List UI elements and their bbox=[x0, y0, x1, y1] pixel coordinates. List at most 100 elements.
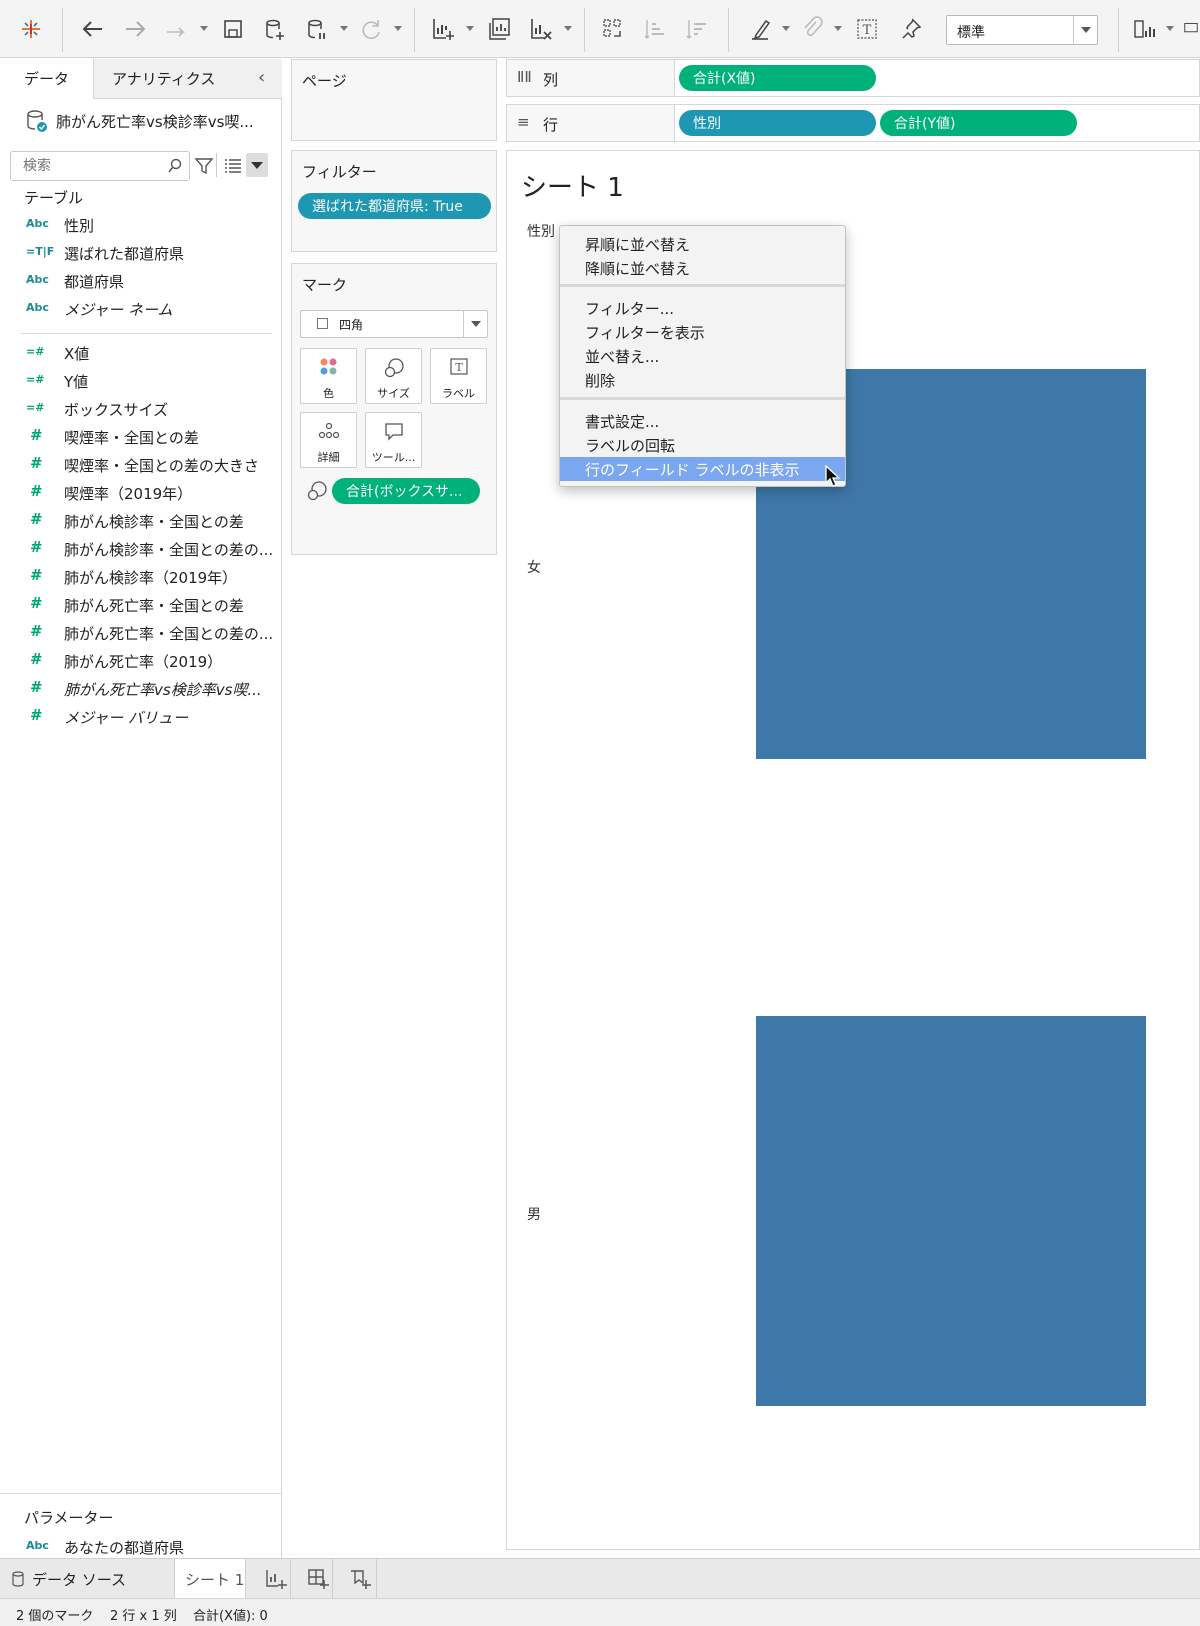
menu-item-sort-ascending[interactable]: 昇順に並べ替え bbox=[560, 232, 845, 256]
row-label-female[interactable]: 女 bbox=[527, 557, 541, 577]
search-input[interactable] bbox=[23, 153, 163, 179]
show-me-icon[interactable] bbox=[1130, 14, 1160, 44]
field-item[interactable]: # 肺がん検診率・全国との差 bbox=[24, 509, 274, 535]
pin-icon[interactable] bbox=[896, 14, 926, 44]
swap-rows-columns-icon[interactable] bbox=[598, 14, 628, 44]
field-item[interactable]: Abc 都道府県 bbox=[24, 269, 274, 295]
field-item[interactable]: # 喫煙率・全国との差の大きさ bbox=[24, 453, 274, 479]
mark-type-select[interactable]: 四角 bbox=[300, 310, 488, 338]
group-dropdown-icon[interactable] bbox=[834, 26, 842, 31]
color-button[interactable]: 色 bbox=[300, 348, 357, 404]
tab-analytics[interactable]: アナリティクス bbox=[94, 59, 282, 99]
sort-ascending-icon[interactable] bbox=[640, 14, 670, 44]
status-bar: 2 個のマーク 2 行 x 1 列 合計(X値): 0 bbox=[0, 1598, 1200, 1626]
forward-arrow-icon[interactable] bbox=[120, 14, 150, 44]
new-datasource-icon[interactable] bbox=[260, 14, 290, 44]
refresh-dropdown-icon[interactable] bbox=[394, 26, 402, 31]
menu-item-sort[interactable]: 並べ替え... bbox=[560, 344, 845, 368]
tab-datasource[interactable]: データ ソース bbox=[0, 1559, 172, 1599]
rows-shelf[interactable]: ≡ 行 性別 合計(Y値) bbox=[506, 104, 1200, 142]
size-button[interactable]: サイズ bbox=[365, 348, 422, 404]
sort-descending-icon[interactable] bbox=[682, 14, 712, 44]
field-item[interactable]: =# X値 bbox=[24, 341, 274, 367]
show-mark-labels-icon[interactable]: T bbox=[852, 14, 882, 44]
label-button[interactable]: T ラベル bbox=[430, 348, 487, 404]
row-field-header[interactable]: 性別 bbox=[527, 221, 555, 241]
columns-shelf[interactable]: ⅡⅡ 列 合計(X値) bbox=[506, 59, 1200, 97]
rows-pill-y[interactable]: 合計(Y値) bbox=[880, 110, 1077, 136]
field-item[interactable]: # 肺がん死亡率・全国との差の... bbox=[24, 621, 274, 647]
menu-item-show-filter[interactable]: フィルターを表示 bbox=[560, 320, 845, 344]
show-me-dropdown-icon[interactable] bbox=[1166, 26, 1174, 31]
field-item[interactable]: # 肺がん検診率（2019年） bbox=[24, 565, 274, 591]
field-item[interactable]: Abc 性別 bbox=[24, 213, 274, 239]
field-item[interactable]: =# ボックスサイズ bbox=[24, 397, 274, 423]
filter-pill[interactable]: 選ばれた都道府県: True bbox=[298, 193, 491, 219]
pause-updates-icon[interactable] bbox=[302, 14, 332, 44]
refresh-icon[interactable] bbox=[356, 14, 386, 44]
search-icon[interactable] bbox=[167, 158, 183, 174]
duplicate-sheet-icon[interactable] bbox=[484, 14, 514, 44]
filters-card[interactable]: フィルター 選ばれた都道府県: True bbox=[291, 150, 497, 252]
string-type-icon: Abc bbox=[26, 217, 49, 230]
menu-item-format[interactable]: 書式設定... bbox=[560, 409, 845, 433]
view-size-select[interactable]: 標準 bbox=[946, 15, 1098, 45]
new-dashboard-icon[interactable] bbox=[306, 1567, 330, 1591]
new-worksheet-icon[interactable] bbox=[428, 14, 458, 44]
field-item[interactable]: =# Y値 bbox=[24, 369, 274, 395]
tooltip-button[interactable]: ツール... bbox=[365, 412, 422, 468]
field-item[interactable]: # 喫煙率（2019年） bbox=[24, 481, 274, 507]
field-item[interactable]: # 喫煙率・全国との差 bbox=[24, 425, 274, 451]
field-item[interactable]: # 肺がん検診率・全国との差の... bbox=[24, 537, 274, 563]
clear-dropdown-icon[interactable] bbox=[564, 26, 572, 31]
save-icon[interactable] bbox=[218, 14, 248, 44]
field-item[interactable]: =T|F 選ばれた都道府県 bbox=[24, 241, 274, 267]
size-pill[interactable]: 合計(ボックスサ... bbox=[332, 478, 480, 504]
pause-dropdown-icon[interactable] bbox=[340, 26, 348, 31]
new-sheet-icon[interactable] bbox=[264, 1567, 288, 1591]
field-name: 肺がん死亡率（2019） bbox=[64, 653, 223, 671]
menu-item-sort-descending[interactable]: 降順に並べ替え bbox=[560, 256, 845, 280]
clear-sheet-icon[interactable] bbox=[526, 14, 556, 44]
menu-item-hide-field-labels[interactable]: 行のフィールド ラベルの非表示 bbox=[560, 457, 845, 481]
view-options-button[interactable] bbox=[246, 153, 268, 177]
pages-card[interactable]: ページ bbox=[291, 59, 497, 141]
search-field[interactable] bbox=[10, 151, 190, 181]
string-type-icon: Abc bbox=[26, 301, 49, 314]
tab-sheet-1[interactable]: シート 1 bbox=[174, 1559, 246, 1599]
field-item[interactable]: # 肺がん死亡率vs検診率vs喫... bbox=[24, 677, 274, 703]
menu-item-delete[interactable]: 削除 bbox=[560, 368, 845, 392]
sheet-title[interactable]: シート 1 bbox=[521, 167, 624, 204]
tableau-logo-icon[interactable] bbox=[16, 14, 46, 44]
label-label: ラベル bbox=[442, 387, 475, 400]
highlight-dropdown-icon[interactable] bbox=[782, 26, 790, 31]
field-item[interactable]: # 肺がん死亡率・全国との差 bbox=[24, 593, 274, 619]
new-story-icon[interactable] bbox=[348, 1567, 372, 1591]
field-item[interactable]: # メジャー バリュー bbox=[24, 705, 274, 731]
detail-button[interactable]: 詳細 bbox=[300, 412, 357, 468]
string-type-icon: Abc bbox=[26, 273, 49, 286]
rows-pill-gender[interactable]: 性別 bbox=[679, 110, 876, 136]
filter-icon[interactable] bbox=[194, 156, 214, 176]
datasource-item[interactable]: 肺がん死亡率vs検診率vs喫... bbox=[26, 105, 276, 135]
mark-square-male[interactable] bbox=[756, 1016, 1146, 1406]
menu-item-filter[interactable]: フィルター... bbox=[560, 296, 845, 320]
highlight-pen-icon[interactable] bbox=[746, 14, 776, 44]
columns-pill[interactable]: 合計(X値) bbox=[679, 65, 876, 91]
boolean-type-icon: =T|F bbox=[26, 245, 55, 258]
field-item[interactable]: # 肺がん死亡率（2019） bbox=[24, 649, 274, 675]
redo-icon[interactable] bbox=[162, 14, 192, 44]
list-view-icon[interactable] bbox=[224, 158, 242, 174]
back-arrow-icon[interactable] bbox=[78, 14, 108, 44]
row-label-male[interactable]: 男 bbox=[527, 1204, 541, 1224]
collapse-pane-icon[interactable]: ‹ bbox=[258, 67, 265, 88]
redo-dropdown-icon[interactable] bbox=[200, 26, 208, 31]
tab-data[interactable]: データ bbox=[0, 59, 94, 99]
group-paperclip-icon[interactable] bbox=[798, 14, 828, 44]
field-name: 肺がん検診率・全国との差 bbox=[64, 513, 244, 531]
size-label: サイズ bbox=[377, 387, 410, 400]
presentation-icon[interactable] bbox=[1182, 14, 1200, 44]
field-item[interactable]: Abc メジャー ネーム bbox=[24, 297, 274, 323]
menu-item-rotate-label[interactable]: ラベルの回転 bbox=[560, 433, 845, 457]
new-worksheet-dropdown-icon[interactable] bbox=[466, 26, 474, 31]
